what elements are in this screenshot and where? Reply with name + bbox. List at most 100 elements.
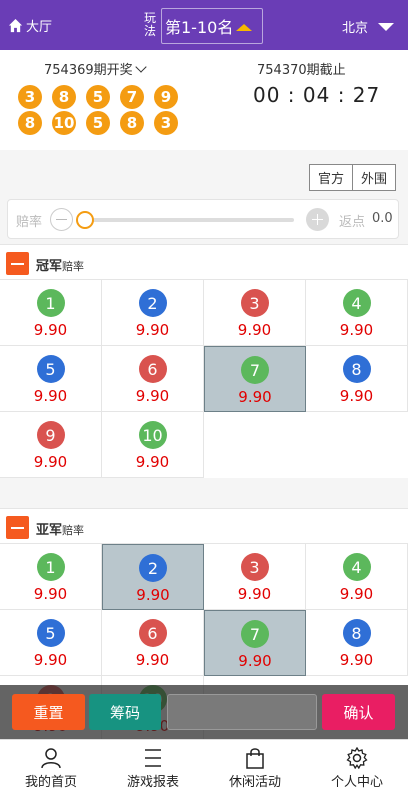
bet-cell[interactable]: 1 9.90	[0, 280, 102, 346]
region-select[interactable]: 北京	[342, 17, 394, 36]
section-title: 冠军赔率	[36, 255, 84, 274]
number-ball: 3	[240, 289, 269, 317]
tab-label: 个人中心	[330, 775, 383, 790]
number-grid: 1 9.90 2 9.90 3 9.90 4 9.90 5 9.90 6 9.90 7 9.90 8 9.90…	[0, 280, 408, 478]
odds-value: 9.90	[135, 321, 170, 339]
winning-number-ball: 8	[120, 111, 144, 135]
number-ball: 6	[138, 619, 167, 647]
section-subtitle: 赔率	[62, 524, 85, 537]
bet-cell[interactable]: 8 9.90	[306, 610, 408, 676]
chip-button[interactable]: 筹码	[89, 694, 161, 730]
previous-draw-toggle[interactable]: 754369期开奖	[44, 59, 147, 78]
winning-numbers: 38579 8 10 5 8 3	[18, 85, 198, 137]
rebate-label: 返点	[339, 215, 366, 230]
bet-cell[interactable]: 3 9.90	[204, 280, 306, 346]
odds-value: 9.90	[339, 321, 374, 339]
home-icon	[8, 18, 23, 32]
bet-cell[interactable]: 4 9.90	[306, 280, 408, 346]
tab-activities[interactable]: 休闲活动	[204, 740, 306, 791]
bag-icon	[246, 748, 264, 769]
number-ball: 2	[139, 554, 167, 582]
confirm-button[interactable]: 确认	[322, 694, 395, 730]
winning-number-ball: 3	[18, 85, 42, 109]
next-draw-title: 754370期截止	[257, 63, 346, 78]
odds-slider-handle[interactable]	[76, 211, 94, 229]
section-title: 亚军赔率	[36, 519, 84, 538]
number-ball: 7	[241, 620, 269, 648]
lobby-link[interactable]: 大厅	[8, 16, 53, 35]
odds-slider-track[interactable]	[82, 218, 294, 222]
winning-number-ball: 10	[52, 111, 76, 135]
tab-reports[interactable]: 游戏报表	[102, 740, 204, 791]
user-icon	[41, 748, 61, 769]
bet-cell[interactable]: 99.90	[0, 412, 102, 478]
gear-icon	[346, 747, 368, 769]
mode-tabs: 官方 外围	[309, 164, 396, 191]
odds-value: 9.90	[339, 585, 374, 603]
region-label: 北京	[341, 21, 368, 36]
odds-value: 9.90	[136, 586, 170, 604]
rebate-value: 0.0	[372, 211, 393, 226]
number-ball: 9	[36, 421, 65, 449]
bet-cell[interactable]: 6 9.90	[102, 610, 204, 676]
bet-cell[interactable]: 3 9.90	[204, 544, 306, 610]
draw-info: 754369期开奖 38579 8 10 5 8 3 754370期截止 00 : 04…	[0, 50, 408, 150]
section-champion: 冠军赔率 1 9.90 2 9.90 3 9.90 4 9.90 5 9.90 6 9.90 7 9.90…	[0, 244, 408, 478]
number-ball: 1	[36, 289, 65, 317]
reset-button[interactable]: 重置	[12, 694, 85, 730]
number-ball: 2	[138, 289, 167, 317]
bet-cell[interactable]: 109.90	[102, 412, 204, 478]
bottom-tab-bar: 我的首页 游戏报表 休闲活动 个人中心	[0, 739, 408, 791]
odds-value: 9.90	[135, 651, 170, 669]
collapse-icon[interactable]	[6, 252, 29, 275]
bet-cell[interactable]: 4 9.90	[306, 544, 408, 610]
bet-cell[interactable]: 6 9.90	[102, 346, 204, 412]
odds-value: 9.90	[33, 453, 68, 471]
tab-home[interactable]: 我的首页	[0, 740, 102, 791]
bet-amount-input[interactable]	[167, 694, 317, 730]
bet-cell[interactable]: 7 9.90	[204, 610, 306, 676]
odds-label: 赔率	[16, 215, 43, 230]
winning-number-ball: 7	[120, 85, 144, 109]
bet-cell[interactable]: 7 9.90	[204, 346, 306, 412]
lobby-label: 大厅	[26, 19, 53, 35]
bet-cell[interactable]: 8 9.90	[306, 346, 408, 412]
winning-number-ball: 8	[18, 111, 42, 135]
tab-external[interactable]: 外围	[353, 164, 396, 191]
bet-cell[interactable]: 2 9.90	[102, 280, 204, 346]
winning-number-ball: 9	[154, 85, 178, 109]
odds-value: 9.90	[238, 652, 272, 670]
bet-cell[interactable]: 2 9.90	[102, 544, 204, 610]
number-ball: 10	[138, 421, 167, 449]
odds-value: 9.90	[135, 453, 170, 471]
bet-bar: 重置 筹码 确认	[0, 685, 408, 739]
tab-profile[interactable]: 个人中心	[306, 740, 408, 791]
minus-icon[interactable]	[50, 208, 73, 231]
tab-label: 休闲活动	[228, 775, 281, 790]
chevron-up-icon	[236, 24, 252, 31]
bet-cell[interactable]: 5 9.90	[0, 346, 102, 412]
odds-value: 9.90	[237, 585, 272, 603]
bet-cell[interactable]: 5 9.90	[0, 610, 102, 676]
play-select-value: 第1-10名	[165, 18, 234, 37]
odds-value: 9.90	[33, 651, 68, 669]
countdown-timer: 00 : 04 : 27	[253, 83, 381, 107]
tab-label: 我的首页	[24, 775, 77, 790]
winning-number-ball: 5	[86, 111, 110, 135]
number-ball: 3	[240, 553, 269, 581]
winning-number-ball: 8	[52, 85, 76, 109]
collapse-icon[interactable]	[6, 516, 29, 539]
section-title-text: 冠军	[36, 259, 63, 274]
plus-icon[interactable]	[306, 208, 329, 231]
chevron-down-icon	[134, 60, 147, 73]
previous-draw-title: 754369期开奖	[44, 63, 133, 78]
number-ball: 4	[342, 289, 371, 317]
number-ball: 8	[342, 355, 371, 383]
bet-cell[interactable]: 1 9.90	[0, 544, 102, 610]
winning-number-ball: 3	[154, 111, 178, 135]
number-ball: 8	[342, 619, 371, 647]
play-select[interactable]: 第1-10名	[161, 8, 263, 44]
odds-value: 9.90	[33, 321, 68, 339]
odds-value: 9.90	[238, 388, 272, 406]
tab-official[interactable]: 官方	[309, 164, 353, 191]
